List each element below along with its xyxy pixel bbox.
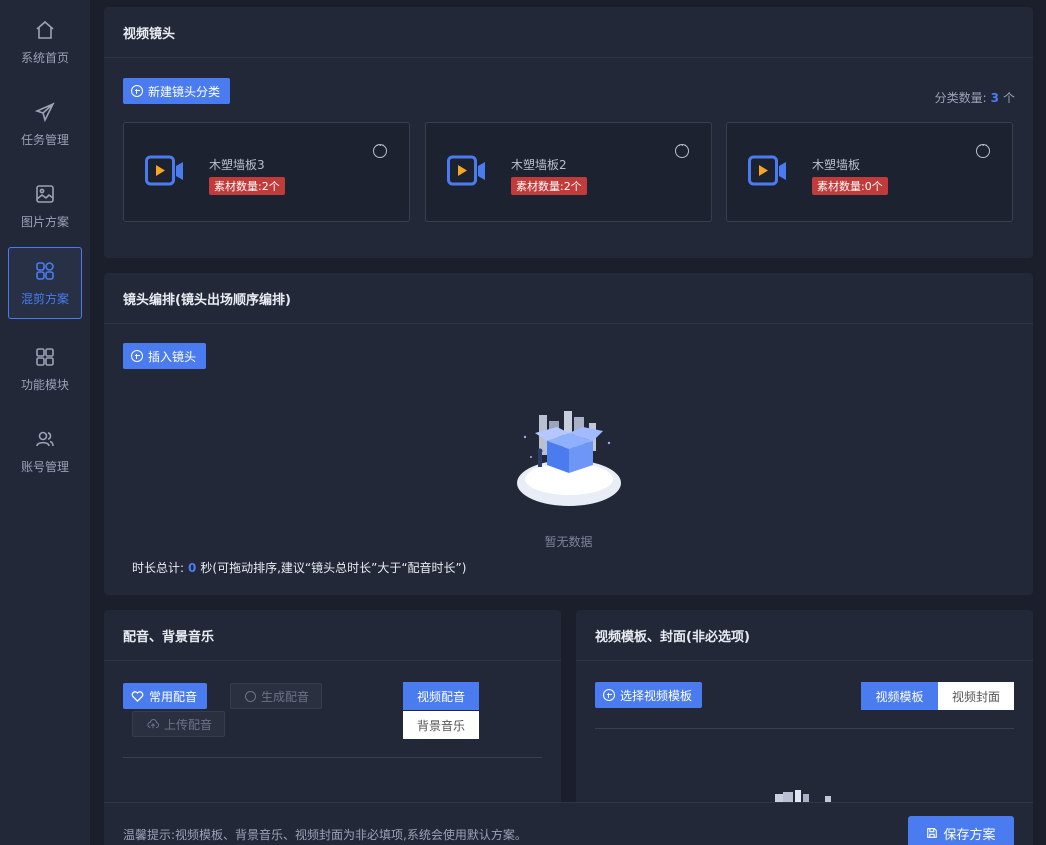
audio-title: 配音、背景音乐	[104, 610, 561, 661]
duration-suffix: 秒(可拖动排序,建议“镜头总时长”大于“配音时长”)	[200, 561, 467, 575]
tab-video-voice[interactable]: 视频配音	[403, 682, 479, 710]
footer-bar: 温馨提示:视频模板、背景音乐、视频封面为非必填项,系统会使用默认方案。 保存方案	[104, 802, 1033, 845]
empty-text: 暂无数据	[544, 535, 593, 549]
more-options-icon[interactable]	[675, 139, 689, 158]
footer-tip: 温馨提示:视频模板、背景音乐、视频封面为非必填项,系统会使用默认方案。	[123, 828, 527, 842]
new-shot-category-label: 新建镜头分类	[148, 84, 221, 99]
users-icon	[34, 428, 56, 450]
more-options-icon[interactable]	[976, 139, 990, 158]
divider	[595, 728, 1014, 729]
sidebar-item-modules[interactable]: 功能模块	[8, 333, 82, 405]
plus-circle-icon	[131, 85, 143, 97]
duration-summary: 时长总计: 0 秒(可拖动排序,建议“镜头总时长”大于“配音时长”)	[132, 559, 466, 576]
sidebar-item-label: 混剪方案	[20, 291, 69, 306]
paper-plane-icon	[34, 101, 56, 123]
select-template-label: 选择视频模板	[620, 688, 693, 703]
shot-card[interactable]: 木塑墙板3 素材数量:2个	[123, 122, 410, 222]
common-voice-label: 常用配音	[149, 689, 198, 704]
tab-video-cover[interactable]: 视频封面	[938, 682, 1014, 710]
plus-circle-icon	[603, 689, 615, 701]
sidebar-item-tasks[interactable]: 任务管理	[8, 88, 82, 160]
sidebar: 系统首页 任务管理 图片方案 混剪方案 功能模块 账号管理	[0, 0, 90, 845]
shot-card[interactable]: 木塑墙板2 素材数量:2个	[425, 122, 712, 222]
modules-icon	[34, 346, 56, 368]
heart-icon	[131, 690, 144, 702]
empty-box-illustration	[517, 411, 621, 506]
video-camera-icon	[748, 155, 786, 186]
material-count-badge: 素材数量:0个	[812, 177, 888, 195]
video-camera-icon	[447, 155, 485, 186]
shot-card-name: 木塑墙板2	[511, 158, 567, 172]
sidebar-item-mix-plans[interactable]: 混剪方案	[8, 247, 82, 319]
upload-voice-button[interactable]: 上传配音	[132, 711, 226, 737]
duration-prefix: 时长总计:	[132, 561, 185, 575]
generate-voice-label: 生成配音	[261, 689, 310, 704]
sidebar-item-label: 系统首页	[20, 50, 69, 65]
image-icon	[34, 183, 56, 205]
shot-card-name: 木塑墙板	[812, 158, 861, 172]
tab-background-music[interactable]: 背景音乐	[403, 711, 479, 739]
shot-card[interactable]: 木塑墙板 素材数量:0个	[726, 122, 1013, 222]
material-count-badge: 素材数量:2个	[511, 177, 587, 195]
new-shot-category-button[interactable]: 新建镜头分类	[123, 78, 231, 104]
cloud-upload-icon	[147, 719, 159, 729]
insert-shot-button[interactable]: 插入镜头	[123, 343, 207, 369]
empty-illustration-partial	[775, 790, 831, 802]
select-template-button[interactable]: 选择视频模板	[595, 682, 703, 708]
generate-voice-button[interactable]: 生成配音	[230, 683, 323, 709]
sidebar-item-home[interactable]: 系统首页	[8, 6, 82, 78]
template-title: 视频模板、封面(非必选项)	[576, 610, 1033, 661]
sidebar-item-label: 账号管理	[20, 459, 69, 474]
sidebar-item-image-plans[interactable]: 图片方案	[8, 170, 82, 242]
sidebar-item-label: 功能模块	[20, 377, 69, 392]
duration-value: 0	[188, 561, 197, 575]
category-count-value: 3	[990, 91, 999, 105]
video-shots-panel: 视频镜头 新建镜头分类 分类数量:3个 木塑墙板3 素材数量:2个 木塑墙板2 …	[104, 7, 1033, 258]
arrangement-title: 镜头编排(镜头出场顺序编排)	[104, 273, 1033, 324]
sidebar-item-label: 任务管理	[20, 132, 69, 147]
save-plan-button[interactable]: 保存方案	[908, 816, 1014, 845]
video-camera-icon	[145, 155, 183, 186]
save-icon	[927, 828, 938, 838]
divider	[123, 757, 542, 758]
tab-video-template[interactable]: 视频模板	[861, 682, 938, 710]
plus-circle-icon	[245, 690, 256, 702]
home-icon	[34, 19, 56, 41]
grid-icon	[34, 260, 56, 282]
category-count-unit: 个	[1002, 91, 1015, 105]
material-count-badge: 素材数量:2个	[209, 177, 285, 195]
category-count: 分类数量: 3 个	[935, 89, 1015, 106]
sidebar-item-label: 图片方案	[20, 214, 69, 229]
shot-arrangement-panel: 镜头编排(镜头出场顺序编排) 插入镜头 暂无数据 时长总计: 0 秒(可拖动排序,建…	[104, 273, 1033, 595]
save-plan-label: 保存方案	[943, 827, 996, 843]
upload-voice-label: 上传配音	[164, 717, 213, 732]
plus-circle-icon	[131, 350, 143, 362]
shot-card-name: 木塑墙板3	[209, 158, 265, 172]
common-voice-button[interactable]: 常用配音	[123, 683, 208, 709]
category-count-label: 分类数量:	[934, 91, 987, 105]
sidebar-item-accounts[interactable]: 账号管理	[8, 415, 82, 487]
insert-shot-label: 插入镜头	[148, 349, 197, 364]
more-options-icon[interactable]	[373, 139, 387, 158]
video-shots-title: 视频镜头	[104, 7, 1033, 58]
